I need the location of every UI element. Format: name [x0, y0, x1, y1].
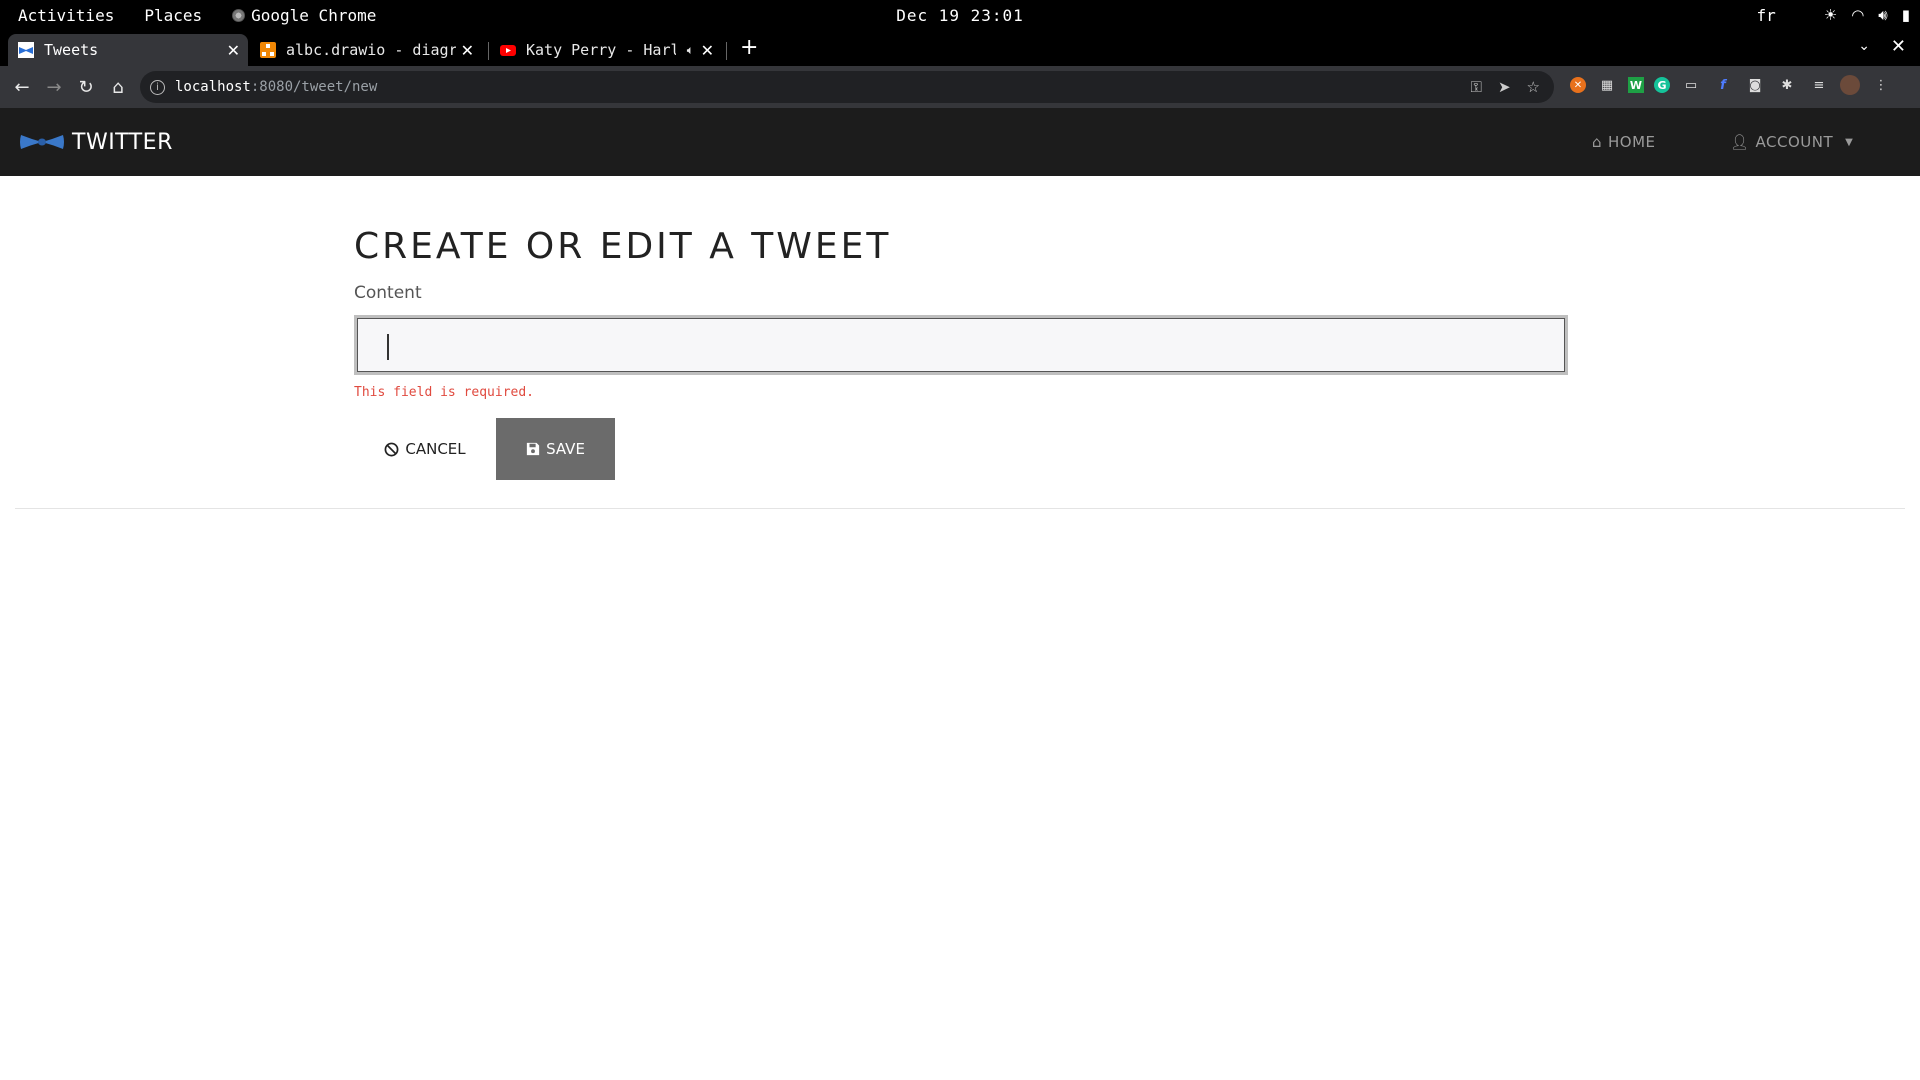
close-tab-icon[interactable]: ✕: [227, 41, 240, 60]
cancel-button[interactable]: CANCEL: [354, 418, 496, 480]
extensions-area: ✕ ▦ W G ▭ f ◙ ✱ ≡ ⋮: [1570, 74, 1892, 96]
text-cursor: [387, 334, 389, 360]
audio-playing-icon[interactable]: 🔈︎: [687, 43, 694, 58]
app-navbar: TWITTER ⌂ HOME 👤︎ ACCOUNT ▼: [0, 108, 1920, 176]
nav-account-label: ACCOUNT: [1755, 133, 1834, 151]
content-input[interactable]: [354, 315, 1568, 375]
ban-icon: [384, 442, 399, 456]
url-host: localhost: [175, 79, 251, 95]
page-title: CREATE OR EDIT A TWEET: [354, 226, 892, 267]
brand-link[interactable]: TWITTER: [20, 108, 173, 176]
extension-orange-icon[interactable]: ✕: [1570, 77, 1586, 93]
places-menu[interactable]: Places: [144, 6, 202, 25]
brightness-icon[interactable]: ☀: [1824, 6, 1837, 24]
brand-name: TWITTER: [72, 129, 173, 155]
validation-error: This field is required.: [354, 385, 535, 400]
close-tab-icon[interactable]: ✕: [701, 41, 714, 60]
close-tab-icon[interactable]: ✕: [461, 41, 474, 60]
floppy-disk-icon: [526, 442, 540, 456]
bookmark-star-icon[interactable]: ☆: [1527, 78, 1540, 96]
url-path: :8080/tweet/new: [250, 79, 378, 95]
footer-divider: [15, 508, 1905, 509]
caret-down-icon: ▼: [1845, 136, 1854, 148]
keyboard-layout-indicator[interactable]: fr: [1756, 6, 1775, 25]
home-icon[interactable]: ⌂: [102, 71, 134, 103]
drawio-favicon-icon: [260, 42, 276, 58]
reload-icon[interactable]: ↻: [70, 71, 102, 103]
browser-toolbar: ← → ↻ ⌂ i localhost :8080/tweet/new ⚿ ➤ …: [0, 66, 1920, 108]
chrome-icon: [232, 8, 246, 22]
key-icon[interactable]: ⚿: [1471, 78, 1482, 96]
battery-icon[interactable]: ▮: [1902, 6, 1910, 24]
activities-button[interactable]: Activities: [18, 6, 114, 25]
tab-tweets[interactable]: Tweets ✕: [8, 34, 248, 66]
nav-home[interactable]: ⌂ HOME: [1592, 108, 1656, 176]
tab-title: albc.drawio - diagr: [286, 41, 456, 59]
form-actions: CANCEL SAVE: [354, 418, 1570, 480]
extension-f-icon[interactable]: f: [1712, 74, 1734, 96]
bowtie-logo-icon: [20, 135, 64, 149]
tab-strip: Tweets ✕ albc.drawio - diagr ✕ Katy Perr…: [0, 30, 1920, 66]
back-arrow-icon[interactable]: ←: [6, 71, 38, 103]
tab-youtube[interactable]: Katy Perry - Harl 🔈︎ ✕: [490, 34, 722, 66]
cancel-label: CANCEL: [405, 440, 466, 458]
extension-w-icon[interactable]: W: [1628, 77, 1644, 93]
app-menu[interactable]: Google Chrome: [232, 6, 376, 25]
save-label: SAVE: [546, 440, 585, 458]
address-bar[interactable]: i localhost :8080/tweet/new ⚿ ➤ ☆: [140, 71, 1554, 103]
media-control-icon[interactable]: ≡: [1808, 74, 1830, 96]
forward-arrow-icon[interactable]: →: [38, 71, 70, 103]
send-icon[interactable]: ➤: [1498, 78, 1511, 96]
save-button[interactable]: SAVE: [496, 418, 615, 480]
camera-icon[interactable]: ◙: [1744, 74, 1766, 96]
puzzle-icon[interactable]: ✱: [1776, 74, 1798, 96]
tab-drawio[interactable]: albc.drawio - diagr ✕: [250, 34, 482, 66]
tab-title: Tweets: [44, 41, 99, 59]
user-icon: 👤︎: [1730, 133, 1750, 151]
twitter-bowtie-favicon-icon: [18, 42, 34, 58]
volume-icon[interactable]: 🔊︎: [1878, 6, 1887, 24]
youtube-favicon-icon: [500, 45, 516, 56]
profile-avatar[interactable]: [1840, 75, 1860, 95]
tweet-form: CREATE OR EDIT A TWEET Content This fiel…: [354, 176, 1570, 480]
site-info-icon[interactable]: i: [150, 79, 165, 95]
kebab-menu-icon[interactable]: ⋮: [1870, 74, 1892, 96]
app-menu-label: Google Chrome: [251, 5, 377, 25]
house-icon: ⌂: [1592, 133, 1603, 151]
wifi-icon[interactable]: ◠: [1851, 6, 1864, 24]
grammarly-icon[interactable]: G: [1654, 77, 1670, 93]
system-top-bar: Activities Places Google Chrome Dec 19 2…: [0, 0, 1920, 30]
extension-colorful-icon[interactable]: ▦: [1596, 74, 1618, 96]
nav-account-dropdown[interactable]: 👤︎ ACCOUNT ▼: [1730, 108, 1853, 176]
new-tab-button[interactable]: +: [740, 36, 758, 60]
tab-search-chevron-icon[interactable]: ⌄: [1858, 38, 1870, 54]
nav-home-label: HOME: [1608, 133, 1656, 151]
extension-box-icon[interactable]: ▭: [1680, 74, 1702, 96]
window-close-icon[interactable]: ✕: [1891, 36, 1906, 57]
tab-title: Katy Perry - Harl: [526, 41, 676, 59]
content-label: Content: [354, 283, 422, 303]
